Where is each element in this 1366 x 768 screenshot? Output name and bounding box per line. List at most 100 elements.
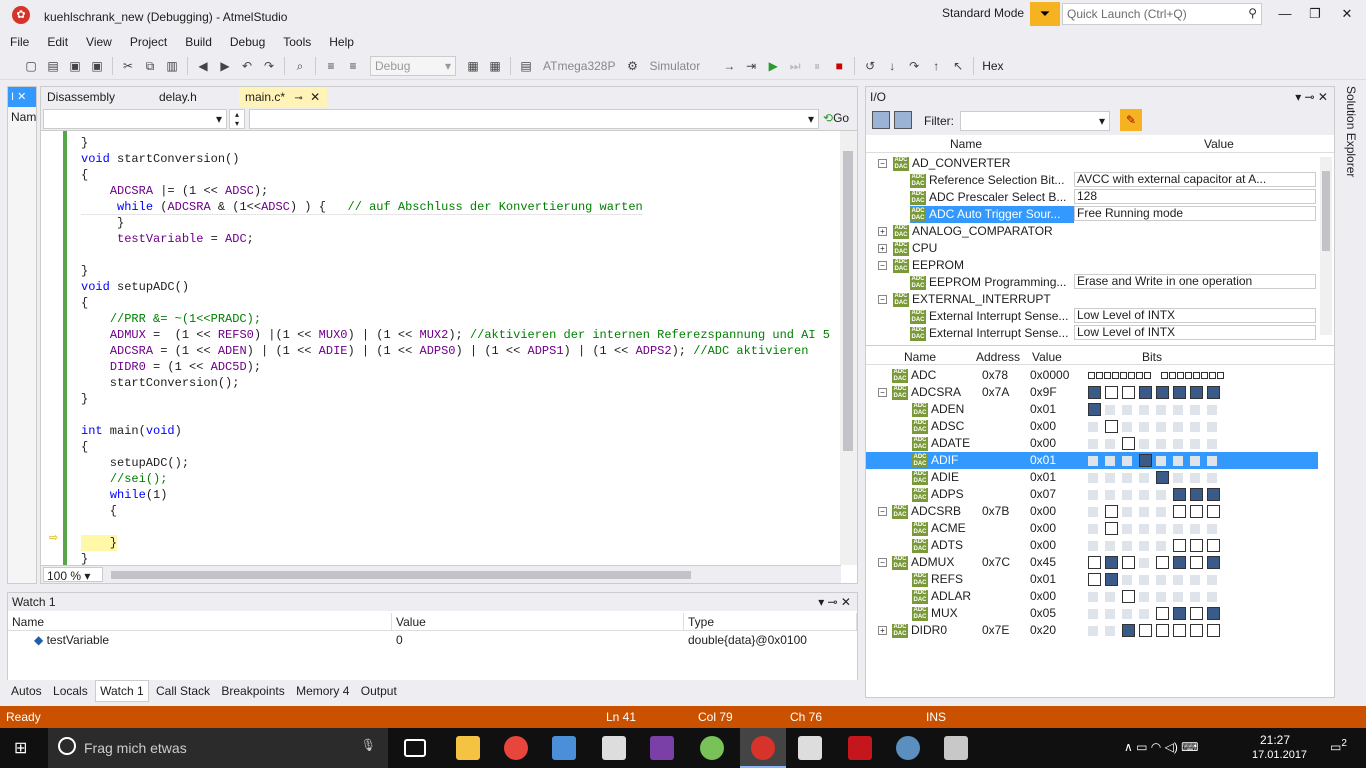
expand-icon[interactable]: − — [878, 507, 887, 516]
paste-icon[interactable]: ▥ — [163, 57, 181, 75]
maximize-button[interactable]: ❐ — [1300, 4, 1330, 24]
expand-icon[interactable]: − — [878, 295, 887, 305]
bit-cell[interactable] — [1096, 372, 1103, 380]
register-value[interactable]: 0x20 — [1030, 622, 1056, 639]
stop-icon[interactable]: ■ — [830, 57, 848, 75]
io-module-row[interactable]: ADC DAC External Interrupt Sense... Low Lev… — [866, 325, 1318, 342]
bit-cell[interactable] — [1122, 437, 1135, 451]
expand-icon[interactable]: − — [878, 558, 887, 567]
register-value[interactable]: 0x00 — [1030, 520, 1056, 537]
io-module-scrollbar[interactable] — [1320, 157, 1332, 335]
tool-icon[interactable]: ⚙ — [624, 57, 642, 75]
tab-main-c[interactable]: main.c* ⊸ ✕ — [239, 87, 327, 107]
io-register-row[interactable]: + ADC DAC DIDR0 0x7E 0x20 — [866, 622, 1318, 639]
bit-cell[interactable] — [1105, 573, 1118, 587]
show-next-statement-icon[interactable]: → — [720, 57, 738, 75]
menu-debug[interactable]: Debug — [230, 35, 265, 49]
find-icon[interactable]: ⌕ — [291, 57, 309, 75]
scope-dropdown[interactable]: ▾ — [43, 109, 227, 129]
register-value[interactable]: 0x01 — [1030, 469, 1056, 486]
bit-cell[interactable] — [1201, 372, 1208, 380]
bit-cell[interactable] — [1105, 386, 1118, 400]
register-value[interactable]: 0x05 — [1030, 605, 1056, 622]
io-module-row[interactable]: + ADC DAC CPU — [866, 240, 1318, 257]
bit-cell[interactable] — [1207, 505, 1220, 519]
pin-icon[interactable]: ⊸ — [294, 93, 302, 104]
io-module-row[interactable]: ADC DAC Reference Selection Bit... AVCC wit… — [866, 172, 1318, 189]
io-module-value[interactable]: AVCC with external capacitor at A... — [1074, 172, 1316, 187]
watch-window-controls[interactable]: ▾ ⊸ ✕ — [818, 595, 851, 609]
cut-icon[interactable]: ✂ — [119, 57, 137, 75]
bit-cell[interactable] — [1122, 556, 1135, 570]
device-icon[interactable]: ▤ — [517, 57, 535, 75]
hex-toggle[interactable]: Hex — [982, 59, 1003, 73]
register-value[interactable]: 0x01 — [1030, 571, 1056, 588]
taskbar-search[interactable]: Frag mich etwas 🎙 — [48, 728, 388, 768]
acrobat-icon[interactable] — [848, 736, 872, 760]
io-register-row[interactable]: ADC DAC ADPS 0x07 — [866, 486, 1318, 503]
tray-icons[interactable]: ∧ ▭ ◠ ◁) ⌨ — [1124, 740, 1198, 754]
menu-build[interactable]: Build — [185, 35, 212, 49]
register-value[interactable]: 0x00 — [1030, 435, 1056, 452]
io-module-value[interactable]: Free Running mode — [1074, 206, 1316, 221]
io-module-value[interactable]: 128 — [1074, 189, 1316, 204]
tab-memory4[interactable]: Memory 4 — [292, 681, 353, 701]
io-register-row[interactable]: − ADC DAC ADMUX 0x7C 0x45 — [866, 554, 1318, 571]
bit-cell[interactable] — [1217, 372, 1224, 380]
run-to-cursor-icon[interactable]: ↖ — [949, 57, 967, 75]
rebuild-icon[interactable]: ▦ — [486, 57, 504, 75]
bit-cell[interactable] — [1190, 607, 1203, 621]
indent-icon[interactable]: ≡ — [322, 57, 340, 75]
io-register-row[interactable]: ADC DAC ADEN 0x01 — [866, 401, 1318, 418]
calendar-icon[interactable] — [602, 736, 626, 760]
bit-cell[interactable] — [1112, 372, 1119, 380]
solution-explorer-tab[interactable]: Solution Explorer — [1338, 86, 1366, 286]
tab-locals[interactable]: Locals — [49, 681, 92, 701]
bit-cell[interactable] — [1173, 386, 1186, 400]
minimize-button[interactable]: — — [1270, 4, 1300, 24]
tool-label[interactable]: Simulator — [650, 59, 701, 73]
quick-launch-input[interactable]: Quick Launch (Ctrl+Q) ⚲ — [1062, 3, 1262, 25]
control-panel-icon[interactable] — [944, 736, 968, 760]
bit-cell[interactable] — [1207, 624, 1220, 638]
menu-edit[interactable]: Edit — [47, 35, 68, 49]
onenote-icon[interactable] — [650, 736, 674, 760]
view-icon[interactable] — [872, 111, 890, 129]
bit-cell[interactable] — [1161, 372, 1168, 380]
bit-cell[interactable] — [1156, 624, 1169, 638]
bit-cell[interactable] — [1190, 624, 1203, 638]
io-module-row[interactable]: − ADC DAC AD_CONVERTER — [866, 155, 1318, 172]
bit-cell[interactable] — [1156, 556, 1169, 570]
bit-cell[interactable] — [1190, 556, 1203, 570]
io-window-controls[interactable]: ▾ ⊸ ✕ — [1295, 90, 1328, 104]
scroll-thumb[interactable] — [843, 151, 853, 451]
bit-cell[interactable] — [1169, 372, 1176, 380]
register-value[interactable]: 0x01 — [1030, 452, 1056, 469]
bit-cell[interactable] — [1209, 372, 1216, 380]
io-module-value[interactable]: Erase and Write in one operation — [1074, 274, 1316, 289]
register-value[interactable]: 0x9F — [1030, 384, 1057, 401]
tab-call-stack[interactable]: Call Stack — [152, 681, 214, 701]
zoom-select[interactable]: 100 % ▾ — [43, 567, 103, 583]
io-module-row[interactable]: ADC DAC ADC Prescaler Select B... 128 — [866, 189, 1318, 206]
code-area[interactable]: } void startConversion() { ADCSRA |= (1 <<… — [41, 131, 841, 565]
bit-cell[interactable] — [1190, 539, 1203, 553]
bit-cell[interactable] — [1105, 420, 1118, 434]
io-module-row[interactable]: − ADC DAC EXTERNAL_INTERRUPT — [866, 291, 1318, 308]
android-studio-icon[interactable] — [700, 736, 724, 760]
filter-funnel-icon[interactable]: ⏷ — [1030, 2, 1060, 26]
bit-cell[interactable] — [1144, 372, 1151, 380]
tab-disassembly[interactable]: Disassembly — [41, 87, 121, 107]
bit-cell[interactable] — [1120, 372, 1127, 380]
io-register-row[interactable]: − ADC DAC ADCSRA 0x7A 0x9F — [866, 384, 1318, 401]
expand-icon[interactable]: + — [878, 626, 887, 635]
menu-tools[interactable]: Tools — [283, 35, 311, 49]
step-out-icon[interactable]: ↑ — [927, 57, 945, 75]
io-module-row[interactable]: − ADC DAC EEPROM — [866, 257, 1318, 274]
io-register-row[interactable]: ADC DAC ADATE 0x00 — [866, 435, 1318, 452]
watch-row-value[interactable]: 0 — [396, 633, 403, 647]
bit-cell[interactable] — [1139, 624, 1152, 638]
bit-cell[interactable] — [1207, 607, 1220, 621]
editor-vertical-scrollbar[interactable] — [840, 131, 857, 565]
bit-cell[interactable] — [1193, 372, 1200, 380]
